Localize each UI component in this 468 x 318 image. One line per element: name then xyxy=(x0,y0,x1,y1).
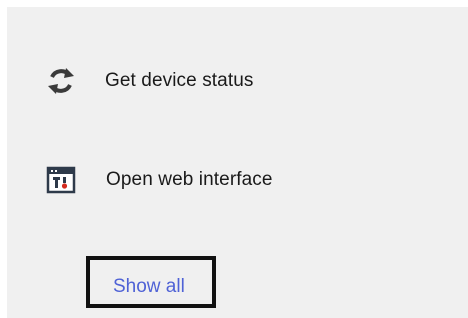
show-all-link[interactable]: Show all xyxy=(113,276,185,298)
get-device-status-action[interactable]: Get device status xyxy=(44,64,254,98)
open-web-interface-label: Open web interface xyxy=(106,169,273,190)
open-web-interface-action[interactable]: Open web interface xyxy=(44,163,273,197)
refresh-icon xyxy=(44,64,78,98)
get-device-status-label: Get device status xyxy=(105,70,254,91)
web-interface-icon xyxy=(44,163,78,197)
